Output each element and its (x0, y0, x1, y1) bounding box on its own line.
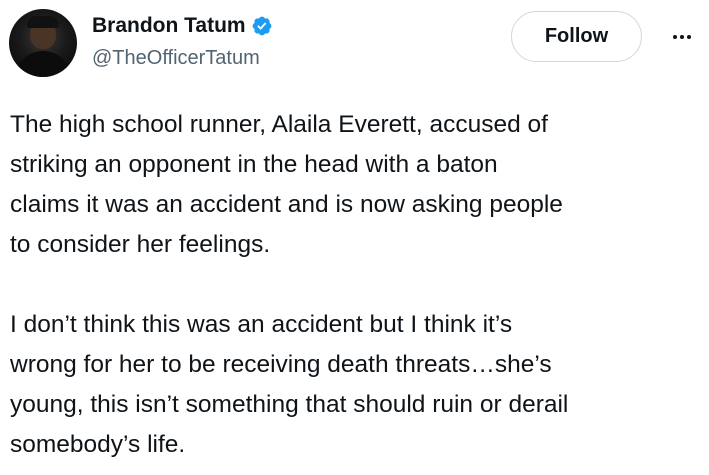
tweet-card: Brandon Tatum @TheOfficerTatum Follow Th… (0, 0, 709, 475)
author-display-name[interactable]: Brandon Tatum (92, 14, 246, 38)
verified-badge-icon (251, 15, 273, 37)
follow-button[interactable]: Follow (511, 11, 642, 62)
more-options-button[interactable] (665, 20, 699, 54)
tweet-line: wrong for her to be receiving death thre… (10, 351, 552, 378)
tweet-paragraph: I don’t think this was an accident but I… (10, 305, 700, 465)
tweet-line: young, this isn’t something that should … (10, 391, 569, 418)
tweet-line: somebody’s life. (10, 431, 186, 458)
tweet-line: striking an opponent in the head with a … (10, 151, 498, 178)
avatar-shoulders (15, 51, 71, 77)
tweet-text: The high school runner, Alaila Everett, … (10, 105, 700, 465)
more-horizontal-icon (673, 35, 691, 39)
avatar-cap (27, 16, 59, 28)
author-name-row: Brandon Tatum (92, 12, 273, 40)
tweet-line: I don’t think this was an accident but I… (10, 311, 513, 338)
tweet-paragraph: The high school runner, Alaila Everett, … (10, 105, 700, 265)
author-handle[interactable]: @TheOfficerTatum (92, 47, 260, 70)
tweet-line: claims it was an accident and is now ask… (10, 191, 563, 218)
tweet-line: The high school runner, Alaila Everett, … (10, 111, 548, 138)
tweet-line: to consider her feelings. (10, 231, 271, 258)
avatar[interactable] (9, 9, 77, 77)
